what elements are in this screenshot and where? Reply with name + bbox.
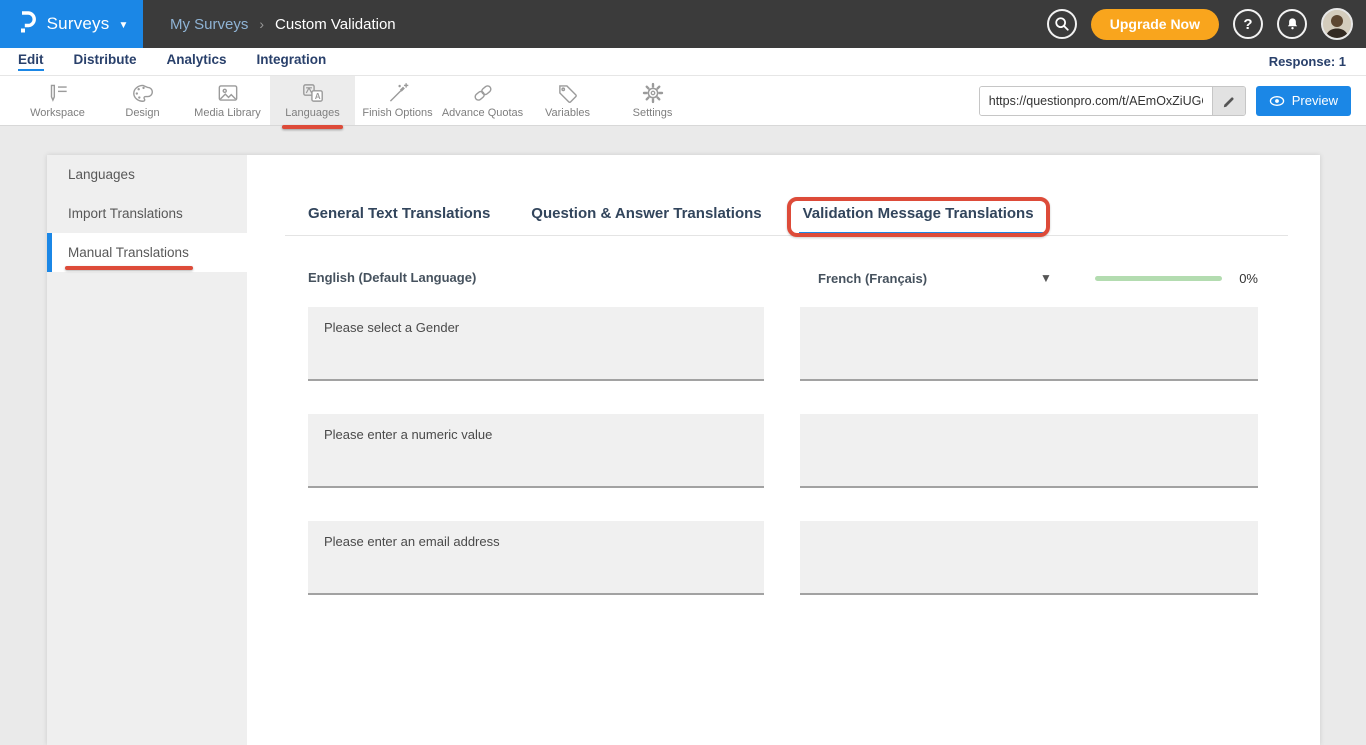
translation-tabs: General Text Translations Question & Ans… (285, 205, 1288, 236)
svg-text:A: A (314, 92, 320, 101)
translation-row: Please enter a numeric value (308, 414, 1320, 488)
help-button[interactable]: ? (1233, 9, 1263, 39)
breadcrumb-separator-icon: › (259, 16, 264, 32)
annotation-underline-languages (282, 125, 343, 129)
survey-section-nav: Edit Distribute Analytics Integration Re… (0, 48, 1366, 76)
toolbar-item-label: Media Library (194, 107, 261, 119)
notifications-button[interactable] (1277, 9, 1307, 39)
tab-general-text-translations[interactable]: General Text Translations (308, 205, 490, 235)
language-header-row: English (Default Language) French (Franç… (308, 269, 1320, 287)
translation-row: Please select a Gender (308, 307, 1320, 381)
nav-tab-distribute[interactable]: Distribute (74, 52, 137, 71)
toolbar-item-workspace[interactable]: Workspace (15, 76, 100, 125)
target-message-gender-input[interactable] (800, 307, 1258, 381)
variables-icon (555, 82, 581, 104)
nav-tab-integration[interactable]: Integration (257, 52, 327, 71)
bell-icon (1285, 16, 1300, 32)
pencil-icon (1221, 93, 1236, 108)
questionpro-logo-icon (15, 9, 38, 39)
sidebar-item-manual-translations[interactable]: Manual Translations (47, 233, 247, 272)
chevron-down-icon: ▼ (118, 20, 128, 31)
target-message-numeric-input[interactable] (800, 414, 1258, 488)
product-name: Surveys (47, 14, 110, 34)
toolbar-item-media-library[interactable]: Media Library (185, 76, 270, 125)
manual-translations-panel: General Text Translations Question & Ans… (247, 155, 1320, 745)
preview-button[interactable]: Preview (1256, 86, 1351, 116)
active-tab-underline (799, 232, 1044, 235)
advance-quotas-icon (470, 82, 496, 104)
source-language-label: English (Default Language) (308, 270, 476, 285)
toolbar-item-label: Finish Options (362, 107, 432, 119)
preview-button-label: Preview (1292, 93, 1338, 108)
sidebar-item-label: Import Translations (68, 206, 183, 221)
nav-tab-edit[interactable]: Edit (18, 52, 44, 71)
translation-progress-bar (1095, 276, 1222, 281)
translation-row: Please enter an email address (308, 521, 1320, 595)
toolbar-item-label: Languages (285, 107, 339, 119)
eye-icon (1269, 95, 1285, 107)
languages-icon: A (300, 82, 326, 104)
header-actions: Upgrade Now ? (1047, 0, 1366, 48)
upgrade-now-button[interactable]: Upgrade Now (1091, 9, 1219, 40)
avatar[interactable] (1321, 8, 1353, 40)
toolbar-item-label: Settings (633, 107, 673, 119)
toolbar-item-variables[interactable]: Variables (525, 76, 610, 125)
survey-url-input[interactable] (980, 87, 1212, 115)
media-library-icon (215, 82, 241, 104)
toolbar-item-label: Design (125, 107, 159, 119)
toolbar-item-settings[interactable]: Settings (610, 76, 695, 125)
finish-options-icon (385, 82, 411, 104)
nav-tab-analytics[interactable]: Analytics (167, 52, 227, 71)
breadcrumb: My Surveys › Custom Validation (143, 0, 396, 48)
target-language-select[interactable]: French (Français) (818, 271, 1022, 286)
source-message-numeric: Please enter a numeric value (308, 414, 764, 488)
survey-url-group (979, 86, 1246, 116)
toolbar-item-design[interactable]: Design (100, 76, 185, 125)
breadcrumb-my-surveys[interactable]: My Surveys (170, 16, 248, 33)
edit-url-button[interactable] (1212, 87, 1245, 115)
breadcrumb-current-survey: Custom Validation (275, 16, 396, 33)
toolbar-item-advance-quotas[interactable]: Advance Quotas (440, 76, 525, 125)
response-count[interactable]: Response: 1 (1269, 54, 1346, 69)
chevron-down-icon[interactable]: ▼ (1040, 271, 1052, 285)
annotation-underline-manual-translations (65, 266, 193, 270)
sidebar-item-languages[interactable]: Languages (47, 155, 247, 194)
toolbar-item-finish-options[interactable]: Finish Options (355, 76, 440, 125)
settings-icon (640, 82, 666, 104)
source-message-gender: Please select a Gender (308, 307, 764, 381)
validation-message-rows: Please select a Gender Please enter a nu… (247, 307, 1320, 595)
tab-question-answer-translations[interactable]: Question & Answer Translations (531, 205, 761, 235)
page-background: Languages Import Translations Manual Tra… (0, 127, 1366, 745)
languages-settings-card: Languages Import Translations Manual Tra… (47, 155, 1320, 745)
top-header-bar: Surveys ▼ My Surveys › Custom Validation… (0, 0, 1366, 48)
toolbar-item-label: Variables (545, 107, 590, 119)
workspace-icon (45, 82, 71, 104)
search-icon (1054, 16, 1070, 32)
languages-sidebar: Languages Import Translations Manual Tra… (47, 155, 247, 745)
sidebar-item-label: Manual Translations (68, 245, 189, 260)
target-message-email-input[interactable] (800, 521, 1258, 595)
toolbar-item-label: Workspace (30, 107, 85, 119)
edit-toolbar: Workspace Design Media Library (0, 76, 1366, 126)
toolbar-item-label: Advance Quotas (442, 107, 523, 119)
product-switcher[interactable]: Surveys ▼ (0, 0, 143, 48)
design-icon (130, 82, 156, 104)
tab-label: Validation Message Translations (803, 205, 1034, 222)
sidebar-item-label: Languages (68, 167, 135, 182)
tab-validation-message-translations[interactable]: Validation Message Translations (803, 205, 1034, 235)
search-button[interactable] (1047, 9, 1077, 39)
translation-progress-percent: 0% (1239, 271, 1258, 286)
question-mark-icon: ? (1243, 16, 1252, 33)
sidebar-item-import-translations[interactable]: Import Translations (47, 194, 247, 233)
source-message-email: Please enter an email address (308, 521, 764, 595)
toolbar-item-languages[interactable]: A Languages (270, 76, 355, 125)
